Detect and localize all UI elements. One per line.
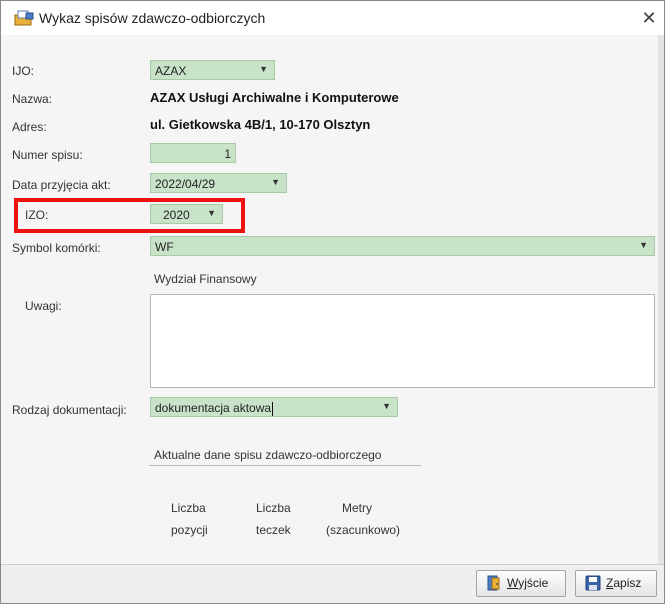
exit-door-icon <box>487 575 500 591</box>
save-button[interactable]: Zapisz <box>575 570 657 597</box>
save-label-rest: apisz <box>613 576 642 590</box>
footer-bar: Wyjście Zapisz <box>1 564 664 603</box>
ijo-value: AZAX <box>155 64 187 78</box>
chevron-down-icon: ▼ <box>259 64 268 74</box>
uwagi-textarea[interactable] <box>150 294 655 388</box>
liczba-teczek-label-2: teczek <box>256 523 291 537</box>
floppy-disk-icon <box>585 575 601 591</box>
rodzaj-dokumentacji-value: dokumentacja aktowa <box>155 401 272 415</box>
uwagi-label: Uwagi: <box>25 299 62 313</box>
chevron-down-icon: ▼ <box>639 240 648 250</box>
ijo-label: IJO: <box>12 64 35 78</box>
chevron-down-icon: ▼ <box>271 177 280 187</box>
data-przyjecia-value: 2022/04/29 <box>155 177 216 191</box>
title-bar: Wykaz spisów zdawczo-odbiorczych ✕ <box>1 1 664 35</box>
rodzaj-dokumentacji-label: Rodzaj dokumentacji: <box>12 403 127 417</box>
symbol-komorki-value: WF <box>155 240 174 254</box>
metry-label-1: Metry <box>342 501 372 515</box>
close-button[interactable]: ✕ <box>638 7 660 29</box>
liczba-pozycji-label-2: pozycji <box>171 523 208 537</box>
liczba-teczek-label-1: Liczba <box>256 501 291 515</box>
exit-label-mnemonic: W <box>507 576 519 590</box>
symbol-komorki-label: Symbol komórki: <box>12 241 101 255</box>
exit-label-rest: yjście <box>518 576 549 590</box>
summary-divider <box>149 465 421 466</box>
izo-highlight-box <box>14 198 245 233</box>
exit-button[interactable]: Wyjście <box>476 570 566 597</box>
vertical-scrollbar[interactable] <box>658 35 664 565</box>
data-przyjecia-label: Data przyjęcia akt: <box>12 178 111 192</box>
numer-spisu-label: Numer spisu: <box>12 148 83 162</box>
nazwa-value: AZAX Usługi Archiwalne i Komputerowe <box>150 90 399 105</box>
numer-spisu-value: 1 <box>224 147 231 161</box>
adres-label: Adres: <box>12 120 47 134</box>
summary-heading: Aktualne dane spisu zdawczo-odbiorczego <box>154 448 382 462</box>
nazwa-label: Nazwa: <box>12 92 53 106</box>
dialog-window: Wykaz spisów zdawczo-odbiorczych ✕ IJO: … <box>0 0 665 604</box>
ijo-select[interactable]: AZAX ▼ <box>150 60 275 80</box>
numer-spisu-field[interactable]: 1 <box>150 143 236 163</box>
symbol-komorki-select[interactable]: WF ▼ <box>150 236 655 256</box>
chevron-down-icon: ▼ <box>382 401 391 411</box>
close-icon: ✕ <box>641 8 657 28</box>
text-cursor <box>272 401 274 416</box>
window-title: Wykaz spisów zdawczo-odbiorczych <box>39 10 266 26</box>
document-box-icon <box>14 10 34 26</box>
metry-label-2: (szacunkowo) <box>326 523 401 537</box>
adres-value: ul. Gietkowska 4B/1, 10-170 Olsztyn <box>150 117 371 132</box>
liczba-pozycji-label-1: Liczba <box>171 501 206 515</box>
symbol-komorki-description: Wydział Finansowy <box>154 272 257 286</box>
rodzaj-dokumentacji-select[interactable]: dokumentacja aktowa ▼ <box>150 397 398 417</box>
data-przyjecia-picker[interactable]: 2022/04/29 ▼ <box>150 173 287 193</box>
